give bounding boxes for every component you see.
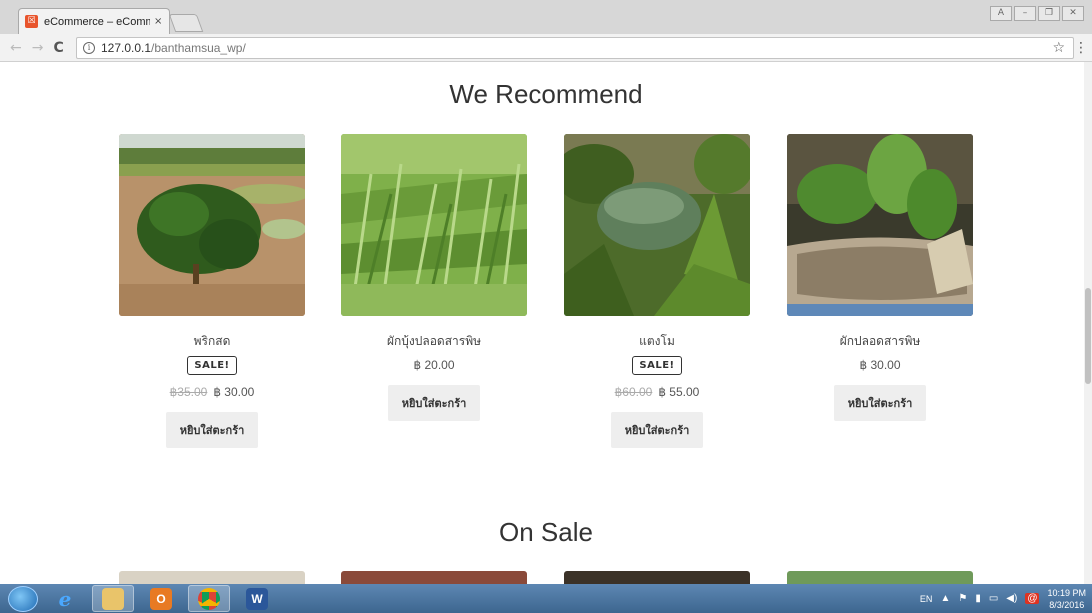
browser-menu-icon[interactable]: ⋮ xyxy=(1074,40,1088,56)
restore-button[interactable]: ❐ xyxy=(1038,6,1060,21)
system-tray: EN ▲ ⚑ ▮ ▭ ◀) @ 10:19 PM 8/3/2016 xyxy=(920,584,1086,613)
forward-arrow-icon[interactable]: → xyxy=(32,40,44,56)
add-to-cart-button[interactable]: หยิบใส่ตะกร้า xyxy=(833,385,927,421)
windows-taskbar: e O W EN ▲ ⚑ ▮ ▭ ◀) @ 10:19 PM 8/3/2016 xyxy=(0,584,1092,613)
url-text: 127.0.0.1/banthamsua_wp/ xyxy=(101,41,246,55)
scrollbar-thumb[interactable] xyxy=(1085,288,1091,384)
section-title-recommend: We Recommend xyxy=(449,79,643,109)
folder-icon xyxy=(102,587,124,610)
page-scrollbar[interactable] xyxy=(1084,62,1092,584)
clock[interactable]: 10:19 PM 8/3/2016 xyxy=(1047,587,1086,611)
address-bar[interactable]: i 127.0.0.1/banthamsua_wp/ ☆ xyxy=(76,37,1074,59)
product-price: ฿ 30.00 xyxy=(787,358,973,372)
browser-tab[interactable]: ☒ eCommerce – eCommerc × xyxy=(18,8,170,34)
add-to-cart-button[interactable]: หยิบใส่ตะกร้า xyxy=(165,412,259,448)
product-image-hanging-greens[interactable] xyxy=(787,134,973,316)
site-info-icon[interactable]: i xyxy=(83,42,95,54)
product-card: ผักปลอดสารพิษ ฿ 30.00 หยิบใส่ตะกร้า xyxy=(787,134,973,421)
taskbar-word[interactable]: W xyxy=(236,585,278,612)
profile-button[interactable]: A xyxy=(990,6,1012,21)
page-content: We Recommend พริกสด SALE! ฿35.00 ฿ 30.00 … xyxy=(0,62,1092,584)
taskbar-chrome[interactable] xyxy=(188,585,230,612)
current-price: ฿ 30.00 xyxy=(859,358,901,372)
product-image-chili[interactable] xyxy=(119,134,305,316)
url-host: 127.0.0.1 xyxy=(101,41,152,55)
reload-icon[interactable]: C xyxy=(53,40,63,56)
product-card: พริกสด SALE! ฿35.00 ฿ 30.00 หยิบใส่ตะกร้า xyxy=(119,134,305,448)
back-arrow-icon[interactable]: ← xyxy=(10,40,22,56)
network-icon[interactable]: ▭ xyxy=(989,593,998,604)
bookmark-star-icon[interactable]: ☆ xyxy=(1052,40,1065,56)
product-name[interactable]: แตงโม xyxy=(564,332,750,348)
browser-toolbar: ← → C i 127.0.0.1/banthamsua_wp/ ☆ xyxy=(0,34,1092,62)
power-icon[interactable]: ▮ xyxy=(975,593,981,604)
product-name[interactable]: พริกสด xyxy=(119,332,305,348)
site-favicon-icon: ☒ xyxy=(25,15,38,28)
sale-product-image[interactable] xyxy=(119,571,305,584)
old-price: ฿60.00 xyxy=(614,385,653,399)
taskbar-internet-explorer[interactable]: e xyxy=(44,585,86,612)
product-image-morning-glory[interactable] xyxy=(341,134,527,316)
url-path: /banthamsua_wp/ xyxy=(151,41,246,55)
sale-badge: SALE! xyxy=(632,356,682,375)
tray-expand-icon[interactable]: ▲ xyxy=(940,593,950,604)
product-image-watermelon[interactable] xyxy=(564,134,750,316)
product-price: ฿60.00 ฿ 55.00 xyxy=(564,385,750,399)
add-to-cart-button[interactable]: หยิบใส่ตะกร้า xyxy=(610,412,704,448)
sale-product-image[interactable] xyxy=(787,571,973,584)
outlook-icon: O xyxy=(150,587,172,610)
close-window-button[interactable]: ✕ xyxy=(1062,6,1084,21)
product-name[interactable]: ผักบุ้งปลอดสารพิษ xyxy=(341,332,527,348)
taskbar-file-explorer[interactable] xyxy=(92,585,134,612)
sale-product-image[interactable] xyxy=(564,571,750,584)
internet-explorer-icon: e xyxy=(58,586,72,611)
section-title-on-sale: On Sale xyxy=(499,517,593,547)
current-price: ฿ 30.00 xyxy=(213,385,255,399)
chrome-icon xyxy=(198,587,220,610)
product-name[interactable]: ผักปลอดสารพิษ xyxy=(787,332,973,348)
product-price: ฿ 20.00 xyxy=(341,358,527,372)
current-price: ฿ 55.00 xyxy=(658,385,700,399)
action-center-icon[interactable]: ⚑ xyxy=(958,593,967,604)
current-price: ฿ 20.00 xyxy=(413,358,455,372)
old-price: ฿35.00 xyxy=(169,385,208,399)
sale-product-image[interactable] xyxy=(341,571,527,584)
tab-title: eCommerce – eCommerc xyxy=(44,15,150,28)
tab-close-icon[interactable]: × xyxy=(154,16,162,27)
product-price: ฿35.00 ฿ 30.00 xyxy=(119,385,305,399)
taskbar-outlook[interactable]: O xyxy=(140,585,182,612)
word-icon: W xyxy=(246,587,268,610)
window-controls: A – ❐ ✕ xyxy=(990,6,1084,21)
clock-time: 10:19 PM xyxy=(1047,587,1086,598)
language-indicator[interactable]: EN xyxy=(920,594,933,604)
antivirus-icon[interactable]: @ xyxy=(1025,593,1040,604)
start-button[interactable] xyxy=(8,585,38,612)
minimize-button[interactable]: – xyxy=(1014,6,1036,21)
browser-tabstrip: ☒ eCommerce – eCommerc × A – ❐ ✕ xyxy=(0,0,1092,34)
new-tab-button[interactable] xyxy=(168,14,204,32)
volume-icon[interactable]: ◀) xyxy=(1006,593,1017,604)
sale-badge: SALE! xyxy=(187,356,237,375)
clock-date: 8/3/2016 xyxy=(1049,599,1085,610)
add-to-cart-button[interactable]: หยิบใส่ตะกร้า xyxy=(387,385,481,421)
product-card: แตงโม SALE! ฿60.00 ฿ 55.00 หยิบใส่ตะกร้า xyxy=(564,134,750,448)
product-card: ผักบุ้งปลอดสารพิษ ฿ 20.00 หยิบใส่ตะกร้า xyxy=(341,134,527,421)
